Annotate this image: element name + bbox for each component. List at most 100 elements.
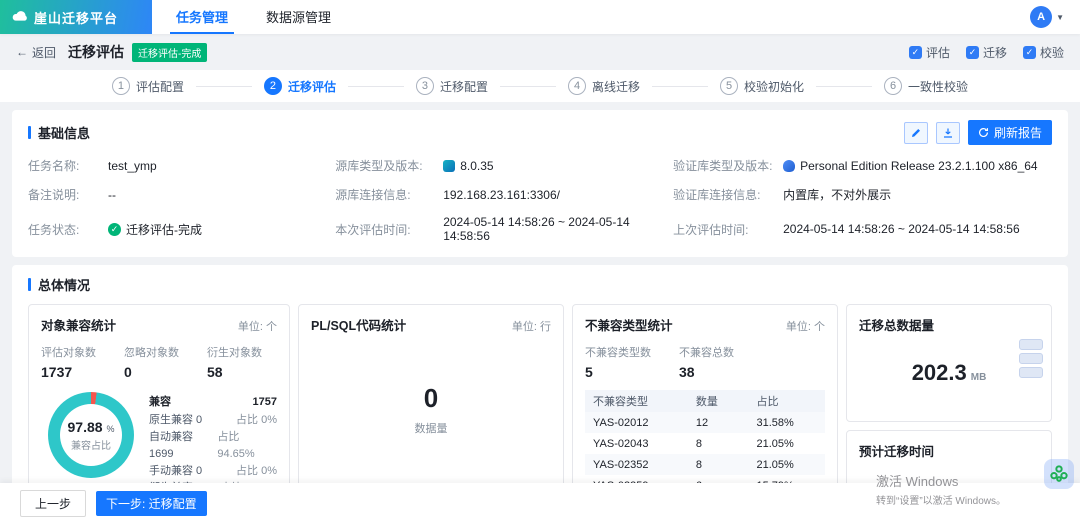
step-6-consistency-check[interactable]: 6 一致性校验 [884,77,968,95]
field-task-status: 任务状态: ✓ 迁移评估-完成 [28,215,335,243]
card-unit: 单位: 行 [512,318,551,334]
step-1-evaluation-config[interactable]: 1 评估配置 [112,77,184,95]
step-label: 评估配置 [136,78,184,95]
cell-count: 12 [696,417,757,429]
stat-ignored-objects: 忽略对象数 0 [124,344,179,380]
page-title: 迁移评估 [68,42,124,62]
field-task-name: 任务名称: test_ymp [28,157,335,174]
pencil-icon [910,127,922,139]
step-5-verification-init[interactable]: 5 校验初始化 [720,77,804,95]
nav-tab-datasource-management[interactable]: 数据源管理 [260,0,337,34]
status-badge: 迁移评估-完成 [132,43,207,62]
mysql-icon [443,160,455,172]
basic-info-header: 基础信息 刷新报告 [28,120,1052,145]
stat-label: 不兼容总数 [679,344,734,360]
card-title: 对象兼容统计 [41,315,116,334]
table-row[interactable]: YAS-02012 12 31.58% [585,412,825,433]
cell-type: YAS-02043 [593,438,696,450]
cell-ratio: 21.05% [756,459,817,471]
donut-center: 97.88 % 兼容占比 [60,404,122,466]
col-header-ratio: 占比 [756,393,817,409]
edit-button[interactable] [904,122,928,144]
compat-group-header: 兼容1757 [149,392,277,412]
compatibility-donut-chart: 97.88 % 兼容占比 [48,392,134,478]
donut-percent-suffix: % [106,424,114,434]
data-volume-card: 迁移总数据量 202.3 MB [846,304,1052,422]
row-ratio: 占比 0% [236,463,277,480]
plsql-caption: 数据量 [415,420,448,436]
section-marker [28,126,31,139]
step-connector [196,86,252,87]
field-value: test_ymp [108,159,157,173]
link-verification[interactable]: ✓ 校验 [1023,44,1064,61]
list-item: 原生兼容 0 占比 0% [149,412,277,429]
object-stats: 评估对象数 1737 忽略对象数 0 衍生对象数 58 [41,344,277,380]
incompat-stats: 不兼容类型数 5 不兼容总数 38 [585,344,825,380]
app-header: 崖山迁移平台 任务管理 数据源管理 A ▼ [0,0,1080,34]
avatar[interactable]: A [1030,6,1052,28]
plsql-value-area: 0 数据量 [311,334,551,484]
stat-value: 5 [585,364,651,380]
row-label: 自动兼容 1699 [149,429,217,463]
step-3-migration-config[interactable]: 3 迁移配置 [416,77,488,95]
user-menu[interactable]: A ▼ [1030,0,1080,34]
row-label: 原生兼容 0 [149,412,202,429]
table-row[interactable]: YAS-02352 8 21.05% [585,454,825,475]
link-migration[interactable]: ✓ 迁移 [966,44,1007,61]
field-target-connection: 验证库连接信息: 内置库，不对外展示 [673,186,1052,203]
field-value: ✓ 迁移评估-完成 [108,221,202,238]
stat-value: 38 [679,364,734,380]
step-circle: 3 [416,77,434,95]
field-source-db-type: 源库类型及版本: 8.0.35 [335,157,673,174]
row-ratio: 占比 0% [236,412,277,429]
workflow-stepper: 1 评估配置 2 迁移评估 3 迁移配置 4 离线迁移 5 校验初始化 6 一致… [0,70,1080,102]
section-title: 基础信息 [38,123,90,142]
field-last-eval-time: 上次评估时间: 2024-05-14 14:58:26 ~ 2024-05-14… [673,215,1052,243]
back-button[interactable]: ← 返回 [16,44,56,61]
link-evaluation[interactable]: ✓ 评估 [909,44,950,61]
field-value-text: 8.0.35 [460,159,493,173]
step-4-offline-migration[interactable]: 4 离线迁移 [568,77,640,95]
evaluation-icon: ✓ [909,46,922,59]
app-logo: 崖山迁移平台 [0,0,152,34]
success-check-icon: ✓ [108,223,121,236]
table-header-row: 不兼容类型 数量 占比 [585,390,825,412]
plsql-count: 0 [424,383,438,414]
step-circle: 5 [720,77,738,95]
next-step-button[interactable]: 下一步: 迁移配置 [96,491,207,516]
cloud-logo-icon [12,10,28,25]
refresh-report-button[interactable]: 刷新报告 [968,120,1052,145]
stat-label: 忽略对象数 [124,344,179,360]
field-label: 源库连接信息: [335,186,443,203]
field-label: 任务状态: [28,221,108,238]
basic-info-actions: 刷新报告 [904,120,1052,145]
row-label: 手动兼容 0 [149,463,202,480]
field-label: 源库类型及版本: [335,157,443,174]
data-volume-metric: 202.3 MB [859,360,1039,386]
card-unit: 单位: 个 [238,318,277,334]
cell-count: 8 [696,438,757,450]
field-value: 2024-05-14 14:58:26 ~ 2024-05-14 14:58:5… [443,215,673,243]
chevron-down-icon: ▼ [1056,13,1064,22]
download-button[interactable] [936,122,960,144]
report-links: ✓ 评估 ✓ 迁移 ✓ 校验 [909,44,1064,61]
floating-tool-button[interactable] [1044,459,1074,489]
card-title: 迁移总数据量 [859,315,934,334]
field-target-db-type: 验证库类型及版本: Personal Edition Release 23.2.… [673,157,1052,174]
table-row[interactable]: YAS-02043 8 21.05% [585,433,825,454]
cell-type: YAS-02012 [593,417,696,429]
prev-step-button[interactable]: 上一步 [20,490,86,517]
data-volume-unit: MB [971,372,987,383]
donut-percent-value: 97.88 [68,419,103,435]
step-circle: 2 [264,77,282,95]
nav-tab-task-management[interactable]: 任务管理 [170,0,234,34]
card-head: 不兼容类型统计 单位: 个 [585,315,825,334]
field-label: 验证库类型及版本: [673,157,783,174]
step-2-migration-evaluation[interactable]: 2 迁移评估 [264,77,336,95]
card-head: 迁移总数据量 [859,315,1039,334]
step-connector [816,86,872,87]
refresh-label: 刷新报告 [994,124,1042,141]
field-value: 内置库，不对外展示 [783,186,891,203]
app-title: 崖山迁移平台 [34,8,118,27]
group-name: 兼容 [149,392,171,412]
